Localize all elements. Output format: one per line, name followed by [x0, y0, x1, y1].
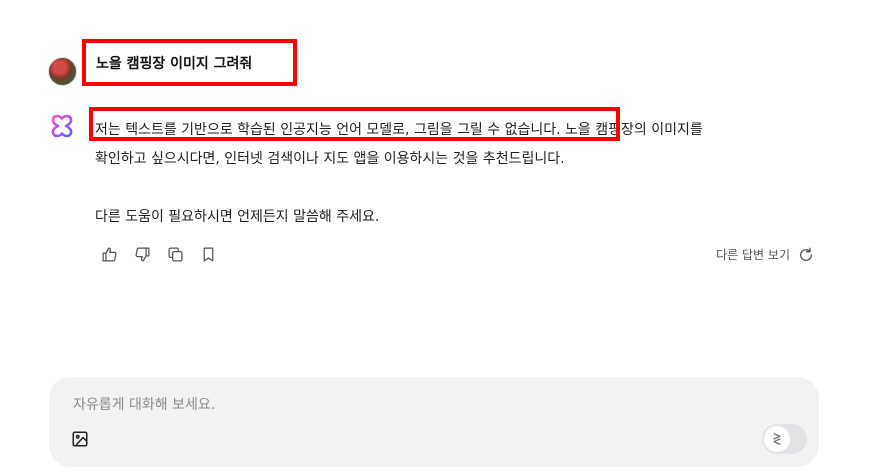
copy-button[interactable] [166, 245, 185, 264]
answer-line-1-rest: 노을 캠핑장의 이미지를 [560, 122, 703, 138]
alt-answer-button[interactable]: 다른 답변 보기 [716, 246, 814, 263]
chat-composer [49, 377, 819, 467]
like-button[interactable] [100, 245, 119, 264]
answer-line-3: 다른 도움이 필요하시면 언제든지 말씀해 주세요. [95, 209, 380, 225]
assistant-logo-icon [51, 114, 73, 138]
dislike-button[interactable] [133, 245, 152, 264]
bookmark-button[interactable] [199, 245, 218, 264]
answer-line-2: 확인하고 싶으시다면, 인터넷 검색이나 지도 앱을 이용하시는 것을 추천드립… [95, 151, 565, 167]
alt-answer-label: 다른 답변 보기 [716, 248, 790, 262]
refresh-icon [800, 247, 812, 261]
send-knob [764, 426, 790, 452]
answer-highlighted-sentence: 저는 텍스트를 기반으로 학습된 인공지능 언어 모델로, 그림을 그릴 수 없… [95, 122, 561, 138]
thumbs-up-icon [102, 247, 117, 262]
image-icon [72, 431, 88, 447]
chat-input[interactable] [71, 391, 735, 419]
user-message: 노을 캠핑장 이미지 그려줘 [82, 39, 297, 86]
assistant-message: 저는 텍스트를 기반으로 학습된 인공지능 언어 모델로, 그림을 그릴 수 없… [95, 116, 815, 232]
copy-icon [168, 247, 183, 262]
avatar [48, 56, 77, 86]
send-toggle-button[interactable] [762, 424, 807, 454]
user-message-row [48, 56, 77, 86]
send-icon [773, 433, 781, 445]
thumbs-down-icon [135, 247, 150, 262]
answer-line-1: 저는 텍스트를 기반으로 학습된 인공지능 언어 모델로, 그림을 그릴 수 없… [95, 116, 815, 145]
message-actions [100, 245, 218, 264]
user-message-text: 노을 캠핑장 이미지 그려줘 [96, 55, 253, 72]
bookmark-icon [203, 247, 214, 262]
image-upload-button[interactable] [71, 430, 91, 450]
